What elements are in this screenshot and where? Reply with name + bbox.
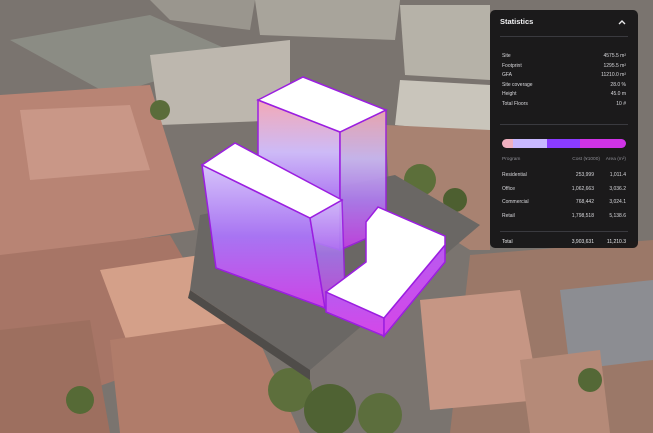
- divider: [500, 231, 628, 232]
- stat-row-footprint: Footprint 1295.5 m²: [502, 63, 626, 73]
- stat-row-site-coverage: Site coverage 28.0 %: [502, 82, 626, 92]
- program-area: 1,011.4: [609, 172, 626, 178]
- stat-row-gfa: GFA 11210.0 m²: [502, 72, 626, 82]
- total-label: Total: [502, 239, 513, 245]
- program-area: 5,138.6: [609, 212, 626, 219]
- program-cost: 1,062,663: [571, 185, 594, 192]
- stat-row-height: Height 45.0 m: [502, 91, 626, 101]
- header-area: Area (m²): [605, 157, 626, 162]
- table-total-row: Total 3,903,631 11,210.3: [502, 239, 626, 247]
- program-table: Residential 253,999 1,011.4 Office 1,062…: [502, 172, 626, 226]
- panel-title: Statistics: [500, 17, 534, 26]
- stat-label: GFA: [502, 72, 513, 79]
- stat-row-site: Site 4575.5 m²: [502, 53, 626, 63]
- table-row: Retail 1,798,518 5,138.6: [502, 213, 626, 227]
- program-cost: 253,999: [575, 172, 594, 178]
- program-mix-segment: [502, 139, 514, 148]
- program-mix-segment: [580, 139, 626, 148]
- program-cost: 768,442: [575, 199, 594, 205]
- program-area: 3,036.2: [609, 185, 626, 192]
- stat-value: 10 #: [616, 100, 626, 107]
- table-row: Commercial 768,442 3,024.1: [502, 199, 626, 213]
- stat-row-total-floors: Total Floors 10 #: [502, 101, 626, 111]
- program-name: Residential: [502, 172, 527, 178]
- program-mix-segment: [513, 139, 547, 148]
- panel-header: Statistics: [490, 10, 638, 34]
- stat-label: Footprint: [502, 62, 522, 69]
- stat-label: Total Floors: [502, 100, 528, 107]
- program-mix-segment: [546, 139, 581, 148]
- total-area: 11,210.3: [606, 239, 626, 245]
- program-name: Office: [502, 185, 515, 192]
- stat-value: 45.0 m: [610, 91, 626, 98]
- stats-list: Site 4575.5 m² Footprint 1295.5 m² GFA 1…: [502, 53, 626, 111]
- stat-value: 4575.5 m²: [603, 53, 626, 59]
- program-mix-bar: [502, 139, 626, 148]
- program-area: 3,024.1: [609, 199, 626, 205]
- divider: [500, 36, 628, 37]
- stat-label: Site coverage: [502, 81, 533, 88]
- table-row: Office 1,062,663 3,036.2: [502, 186, 626, 200]
- stat-label: Height: [502, 91, 517, 98]
- divider: [500, 124, 628, 125]
- stat-value: 28.0 %: [610, 81, 626, 88]
- program-name: Retail: [502, 212, 515, 219]
- program-name: Commercial: [502, 199, 529, 205]
- total-cost: 3,903,631: [571, 239, 594, 245]
- stat-value: 1295.5 m²: [603, 62, 626, 69]
- stat-label: Site: [502, 53, 511, 59]
- program-table-header: Program Cost (¥1000) Area (m²): [502, 157, 626, 165]
- statistics-panel: Statistics Site 4575.5 m² Footprint 1295…: [490, 10, 638, 248]
- chevron-up-icon[interactable]: [616, 16, 628, 28]
- program-cost: 1,798,518: [571, 212, 594, 219]
- header-program: Program: [502, 157, 521, 162]
- stat-value: 11210.0 m²: [601, 72, 626, 79]
- table-row: Residential 253,999 1,011.4: [502, 172, 626, 186]
- header-cost: Cost (¥1000): [572, 157, 600, 162]
